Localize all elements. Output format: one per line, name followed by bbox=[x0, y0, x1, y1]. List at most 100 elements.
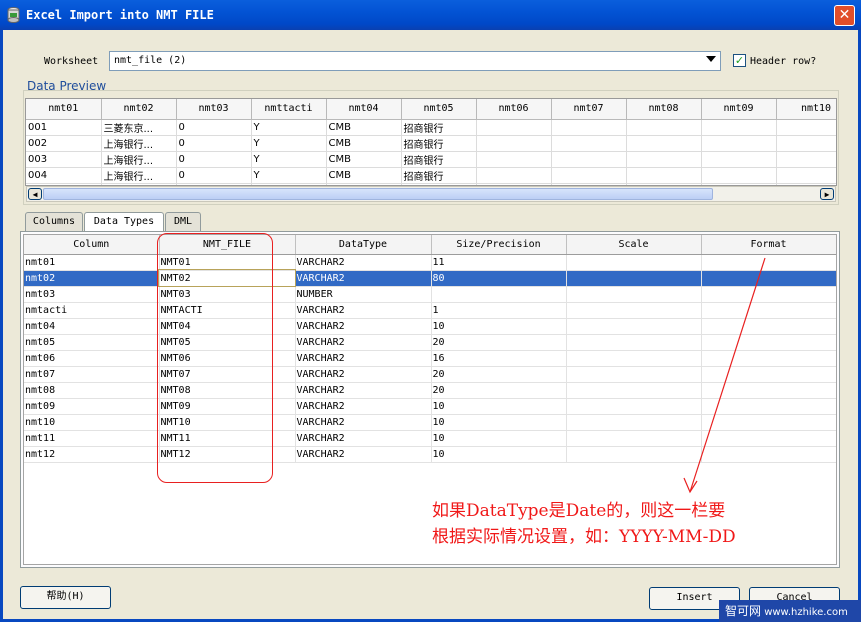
types-cell[interactable]: nmt09 bbox=[24, 398, 160, 415]
types-cell[interactable]: nmt05 bbox=[24, 334, 160, 351]
types-cell[interactable]: nmtacti bbox=[24, 302, 160, 319]
types-cell[interactable]: NMT03 bbox=[159, 286, 296, 303]
worksheet-select[interactable]: nmt_file (2) bbox=[109, 51, 721, 71]
types-row[interactable]: nmt09 NMT09 VARCHAR2 10 bbox=[24, 398, 836, 415]
types-column-header[interactable]: Format bbox=[701, 235, 836, 255]
header-row-checkbox[interactable]: ✓ bbox=[733, 54, 746, 67]
types-cell[interactable] bbox=[701, 350, 836, 367]
types-cell[interactable]: 20 bbox=[431, 334, 567, 351]
close-button[interactable]: ✕ bbox=[834, 5, 855, 26]
preview-column-header[interactable]: nmt10 bbox=[776, 99, 836, 120]
types-cell[interactable]: VARCHAR2 bbox=[295, 382, 432, 399]
types-cell[interactable]: nmt04 bbox=[24, 318, 160, 335]
types-cell[interactable] bbox=[701, 398, 836, 415]
types-cell[interactable]: 16 bbox=[431, 350, 567, 367]
types-cell[interactable]: VARCHAR2 bbox=[295, 414, 432, 431]
types-cell[interactable]: 10 bbox=[431, 430, 567, 447]
help-button[interactable]: 帮助(H) bbox=[20, 586, 111, 609]
types-cell[interactable]: NMT05 bbox=[159, 334, 296, 351]
types-cell[interactable] bbox=[566, 254, 702, 271]
types-cell[interactable]: nmt07 bbox=[24, 366, 160, 383]
data-preview-grid[interactable]: nmt01 nmt02 nmt03 nmttacti nmt04 nmt05 nmt06 nm… bbox=[25, 98, 837, 186]
types-cell[interactable]: nmt06 bbox=[24, 350, 160, 367]
types-cell[interactable] bbox=[566, 366, 702, 383]
preview-horizontal-scrollbar[interactable]: ◀ ▶ bbox=[26, 186, 836, 202]
types-row[interactable]: nmt02 NMT02 VARCHAR2 80 bbox=[24, 269, 836, 287]
tab-data-types[interactable]: Data Types bbox=[84, 212, 164, 233]
types-cell[interactable] bbox=[566, 286, 702, 303]
types-row[interactable]: nmt03 NMT03 NUMBER bbox=[24, 286, 836, 303]
types-cell[interactable] bbox=[701, 302, 836, 319]
types-cell[interactable]: VARCHAR2 bbox=[295, 366, 432, 383]
types-row[interactable]: nmt06 NMT06 VARCHAR2 16 bbox=[24, 350, 836, 367]
types-cell[interactable] bbox=[701, 366, 836, 383]
types-cell[interactable]: 11 bbox=[431, 254, 567, 271]
types-cell[interactable] bbox=[566, 382, 702, 399]
types-cell[interactable]: NMT12 bbox=[159, 446, 296, 463]
types-column-header[interactable]: Size/Precision bbox=[431, 235, 567, 255]
types-cell[interactable] bbox=[701, 430, 836, 447]
scrollbar-thumb[interactable] bbox=[43, 188, 713, 200]
types-cell[interactable] bbox=[431, 286, 567, 303]
preview-column-header[interactable]: nmt07 bbox=[551, 99, 627, 120]
types-cell[interactable]: NMT01 bbox=[159, 254, 296, 271]
types-cell[interactable]: VARCHAR2 bbox=[295, 302, 432, 319]
types-cell[interactable] bbox=[566, 398, 702, 415]
types-cell[interactable]: NUMBER bbox=[295, 286, 432, 303]
types-cell[interactable]: NMT06 bbox=[159, 350, 296, 367]
types-cell[interactable]: nmt08 bbox=[24, 382, 160, 399]
types-cell[interactable]: VARCHAR2 bbox=[295, 398, 432, 415]
types-cell[interactable] bbox=[566, 414, 702, 431]
types-cell[interactable]: nmt03 bbox=[24, 286, 160, 303]
types-row[interactable]: nmtacti NMTACTI VARCHAR2 1 bbox=[24, 302, 836, 319]
types-row[interactable]: nmt08 NMT08 VARCHAR2 20 bbox=[24, 382, 836, 399]
types-cell[interactable]: NMT07 bbox=[159, 366, 296, 383]
types-cell[interactable] bbox=[701, 334, 836, 351]
preview-row[interactable]: 002 上海银行... 0 Y CMB 招商银行 bbox=[26, 135, 836, 152]
preview-row[interactable]: 003 上海银行... 0 Y CMB 招商银行 bbox=[26, 151, 836, 168]
types-cell[interactable]: VARCHAR2 bbox=[295, 270, 432, 287]
scroll-left-icon[interactable]: ◀ bbox=[28, 188, 42, 200]
types-cell[interactable]: VARCHAR2 bbox=[295, 350, 432, 367]
preview-column-header[interactable]: nmt06 bbox=[476, 99, 552, 120]
types-cell[interactable]: 10 bbox=[431, 414, 567, 431]
types-cell[interactable] bbox=[566, 302, 702, 319]
tab-columns[interactable]: Columns bbox=[25, 212, 83, 232]
types-cell[interactable]: NMT09 bbox=[159, 398, 296, 415]
types-cell[interactable] bbox=[701, 286, 836, 303]
types-cell[interactable] bbox=[566, 430, 702, 447]
types-row[interactable]: nmt05 NMT05 VARCHAR2 20 bbox=[24, 334, 836, 351]
types-row[interactable]: nmt10 NMT10 VARCHAR2 10 bbox=[24, 414, 836, 431]
types-row[interactable]: nmt07 NMT07 VARCHAR2 20 bbox=[24, 366, 836, 383]
types-cell[interactable]: VARCHAR2 bbox=[295, 446, 432, 463]
types-column-header[interactable]: Column bbox=[24, 235, 160, 255]
preview-column-header[interactable]: nmttacti bbox=[251, 99, 327, 120]
preview-column-header[interactable]: nmt03 bbox=[176, 99, 252, 120]
types-column-header[interactable]: Scale bbox=[566, 235, 702, 255]
types-cell[interactable] bbox=[566, 334, 702, 351]
types-row[interactable]: nmt11 NMT11 VARCHAR2 10 bbox=[24, 430, 836, 447]
types-cell[interactable] bbox=[566, 318, 702, 335]
types-cell[interactable]: nmt10 bbox=[24, 414, 160, 431]
types-cell[interactable] bbox=[566, 270, 702, 287]
types-cell[interactable]: nmt11 bbox=[24, 430, 160, 447]
types-row[interactable]: nmt12 NMT12 VARCHAR2 10 bbox=[24, 446, 836, 463]
types-cell[interactable] bbox=[566, 446, 702, 463]
types-cell[interactable]: 20 bbox=[431, 382, 567, 399]
preview-column-header[interactable]: nmt04 bbox=[326, 99, 402, 120]
types-cell[interactable]: 20 bbox=[431, 366, 567, 383]
types-cell[interactable]: 10 bbox=[431, 446, 567, 463]
types-row[interactable]: nmt01 NMT01 VARCHAR2 11 bbox=[24, 254, 836, 271]
types-cell[interactable]: 10 bbox=[431, 398, 567, 415]
types-cell[interactable] bbox=[566, 350, 702, 367]
types-cell[interactable] bbox=[701, 270, 836, 287]
types-cell[interactable] bbox=[701, 446, 836, 463]
types-cell[interactable]: 1 bbox=[431, 302, 567, 319]
types-cell[interactable]: VARCHAR2 bbox=[295, 430, 432, 447]
types-cell[interactable] bbox=[701, 318, 836, 335]
scroll-right-icon[interactable]: ▶ bbox=[820, 188, 834, 200]
types-cell[interactable]: nmt01 bbox=[24, 254, 160, 271]
preview-column-header[interactable]: nmt09 bbox=[701, 99, 777, 120]
types-cell[interactable]: 80 bbox=[431, 270, 567, 287]
tab-dml[interactable]: DML bbox=[165, 212, 201, 232]
